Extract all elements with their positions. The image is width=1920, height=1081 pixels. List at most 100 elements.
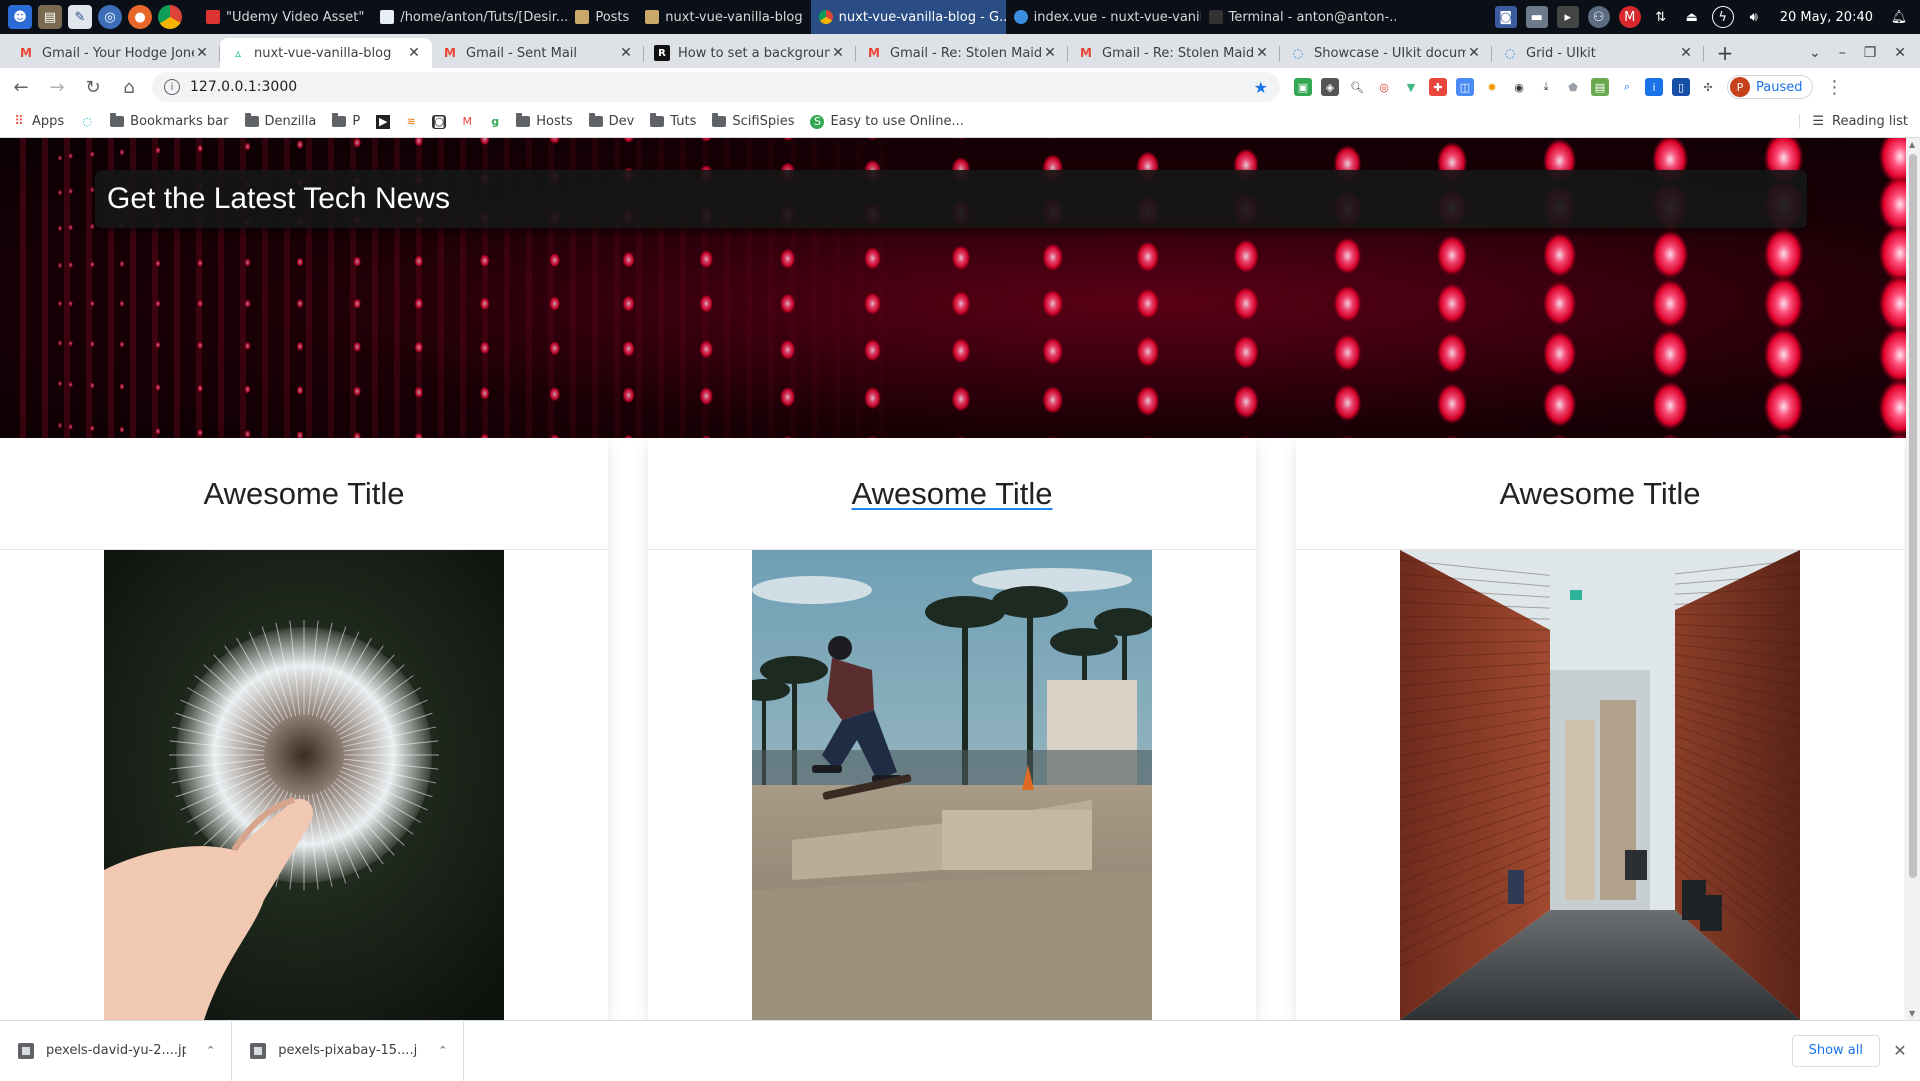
app-menu-icon[interactable]: ☻ — [8, 5, 32, 29]
browser-tab[interactable]: ◌Grid - UIkit✕ — [1492, 38, 1704, 68]
browser-menu-icon[interactable]: ⋮ — [1825, 77, 1843, 98]
scroll-up-icon[interactable]: ▲ — [1909, 140, 1915, 149]
chevron-up-icon[interactable]: ⌃ — [198, 1044, 215, 1057]
ext-red-swirl-icon[interactable]: ◎ — [1375, 78, 1393, 96]
firefox-launcher-icon[interactable]: ● — [128, 5, 152, 29]
minimize-icon[interactable]: – — [1839, 45, 1846, 61]
site-info-icon[interactable]: i — [164, 79, 180, 95]
ext-blue-badge-icon[interactable]: ◫ — [1456, 78, 1474, 96]
vpn-tray-icon[interactable]: ⚇ — [1588, 6, 1610, 28]
ext-green-square-icon[interactable]: ▣ — [1294, 78, 1312, 96]
reload-button[interactable]: ↻ — [78, 72, 108, 102]
scroll-down-icon[interactable]: ▼ — [1909, 1009, 1915, 1018]
eject-tray-icon[interactable]: ⏏ — [1681, 6, 1703, 28]
taskbar-window-2[interactable]: /home/anton/Tuts/[Desir... — [372, 0, 567, 34]
ext-puzzle-red-icon[interactable]: ✚ — [1429, 78, 1447, 96]
bookmark-star-icon[interactable]: ★ — [1254, 78, 1268, 97]
volume-tray-icon[interactable]: 🔊︎ — [1743, 6, 1765, 28]
close-tab-icon[interactable]: ✕ — [1678, 45, 1694, 61]
bookmark-swirl[interactable]: ◌ — [80, 115, 94, 129]
bookmark-folder[interactable]: Bookmarks bar — [110, 114, 228, 129]
profile-button[interactable]: P Paused — [1727, 75, 1813, 99]
browser-tab[interactable]: MGmail - Re: Stolen Maida V✕ — [1068, 38, 1280, 68]
ext-vue-icon[interactable]: ▼ — [1402, 78, 1420, 96]
ext-green-box-icon[interactable]: ▤ — [1591, 78, 1609, 96]
mega-tray-icon[interactable]: M — [1619, 6, 1641, 28]
close-window-icon[interactable]: ✕ — [1894, 45, 1906, 61]
forward-button[interactable]: → — [42, 72, 72, 102]
article-card[interactable]: Awesome Title — [1296, 438, 1904, 1020]
chrome-launcher-icon[interactable] — [158, 5, 182, 29]
bookmark-site[interactable]: ◙ — [432, 115, 446, 129]
card-title[interactable]: Awesome Title — [1499, 476, 1700, 512]
files-launcher-icon[interactable]: ▤ — [38, 5, 62, 29]
article-card[interactable]: Awesome Title — [0, 438, 608, 1020]
back-button[interactable]: ← — [6, 72, 36, 102]
skateboarder-photo[interactable] — [752, 550, 1152, 1020]
editor-launcher-icon[interactable]: ✎ — [68, 5, 92, 29]
globe-launcher-icon[interactable]: ◎ — [98, 5, 122, 29]
power-tray-icon[interactable]: ϟ — [1712, 6, 1734, 28]
taskbar-window-6[interactable]: index.vue - nuxt-vue-vanil... — [1006, 0, 1201, 34]
system-clock[interactable]: 20 May, 20:40 — [1780, 10, 1873, 25]
browser-tab[interactable]: MGmail - Your Hodge Jones✕ — [8, 38, 220, 68]
page-scrollbar[interactable]: ▲ ▼ — [1906, 138, 1920, 1020]
taskbar-window-3[interactable]: Posts — [567, 0, 637, 34]
terminal-tray-icon[interactable]: ▸ — [1557, 6, 1579, 28]
bookmark-folder[interactable]: Hosts — [516, 114, 572, 129]
ext-search-blue-icon[interactable]: ⌕ — [1618, 78, 1636, 96]
bookmark-site[interactable]: ▶ — [376, 115, 390, 129]
reading-list-button[interactable]: ☰ Reading list — [1799, 114, 1908, 129]
taskbar-window-7[interactable]: Terminal - anton@anton-... — [1201, 0, 1396, 34]
bookmark-site[interactable]: g — [488, 115, 502, 129]
bookmark-site[interactable]: SEasy to use Online... — [810, 114, 963, 129]
tab-search-icon[interactable]: ⌄ — [1809, 45, 1821, 61]
card-title[interactable]: Awesome Title — [203, 476, 404, 512]
bookmark-apps[interactable]: ⠿ Apps — [12, 114, 64, 129]
browser-tab[interactable]: RHow to set a background i✕ — [644, 38, 856, 68]
close-tab-icon[interactable]: ✕ — [1042, 45, 1058, 61]
close-download-shelf-icon[interactable]: ✕ — [1880, 1041, 1920, 1060]
close-tab-icon[interactable]: ✕ — [194, 45, 210, 61]
taskbar-window-4[interactable]: nuxt-vue-vanilla-blog — [637, 0, 810, 34]
ext-reader-icon[interactable]: ▯ — [1672, 78, 1690, 96]
brick-alley-photo[interactable] — [1400, 550, 1800, 1020]
browser-tab[interactable]: MGmail - Sent Mail✕ — [432, 38, 644, 68]
dandelion-photo[interactable] — [104, 550, 504, 1020]
download-item[interactable]: pexels-david-yu-2....jpg⌃ — [0, 1021, 232, 1081]
ext-target-icon[interactable]: ◉ — [1510, 78, 1528, 96]
bookmark-folder[interactable]: Tuts — [650, 114, 696, 129]
bookmark-folder[interactable]: Denzilla — [245, 114, 317, 129]
ext-adblock-off-icon[interactable]: ◈ — [1321, 78, 1339, 96]
taskbar-window-1[interactable]: "Udemy Video Asset" — [198, 0, 372, 34]
bookmark-site[interactable]: ≋ — [404, 115, 418, 129]
taskbar-window-5[interactable]: nuxt-vue-vanilla-blog - G... — [811, 0, 1006, 34]
card-title-link[interactable]: Awesome Title — [851, 476, 1052, 512]
maximize-icon[interactable]: ❐ — [1864, 45, 1877, 61]
bookmark-folder[interactable]: Dev — [589, 114, 635, 129]
notifications-bell-icon[interactable]: 🔔︎ — [1888, 6, 1910, 28]
close-tab-icon[interactable]: ✕ — [830, 45, 846, 61]
network-tray-icon[interactable]: ⇅ — [1650, 6, 1672, 28]
scroll-thumb[interactable] — [1909, 154, 1917, 878]
bookmark-site[interactable]: M — [460, 115, 474, 129]
folder-tray-icon[interactable]: ▬ — [1526, 6, 1548, 28]
new-tab-button[interactable]: + — [1710, 38, 1740, 68]
close-tab-icon[interactable]: ✕ — [1466, 45, 1482, 61]
page-viewport[interactable]: Get the Latest Tech News Awesome Title — [0, 138, 1906, 1020]
ext-info-icon[interactable]: i — [1645, 78, 1663, 96]
bookmark-folder[interactable]: ScifiSpies — [712, 114, 794, 129]
show-all-downloads-button[interactable]: Show all — [1792, 1035, 1880, 1067]
chevron-up-icon[interactable]: ⌃ — [430, 1044, 447, 1057]
browser-tab[interactable]: MGmail - Re: Stolen Maida V✕ — [856, 38, 1068, 68]
close-tab-icon[interactable]: ✕ — [1254, 45, 1270, 61]
ext-zoom-icon[interactable]: 🔍︎ — [1348, 78, 1366, 96]
extensions-puzzle-icon[interactable]: ✣ — [1699, 78, 1717, 96]
browser-tab[interactable]: ◌Showcase - UIkit documen✕ — [1280, 38, 1492, 68]
bookmark-folder[interactable]: P — [332, 114, 360, 129]
address-bar[interactable]: i 127.0.0.1:3000 ★ — [152, 72, 1280, 102]
close-tab-icon[interactable]: ✕ — [618, 45, 634, 61]
screenshot-tray-icon[interactable]: ◙ — [1495, 6, 1517, 28]
ext-gear-orange-icon[interactable]: ✹ — [1483, 78, 1501, 96]
download-item[interactable]: pexels-pixabay-15....jpg⌃ — [232, 1021, 464, 1081]
